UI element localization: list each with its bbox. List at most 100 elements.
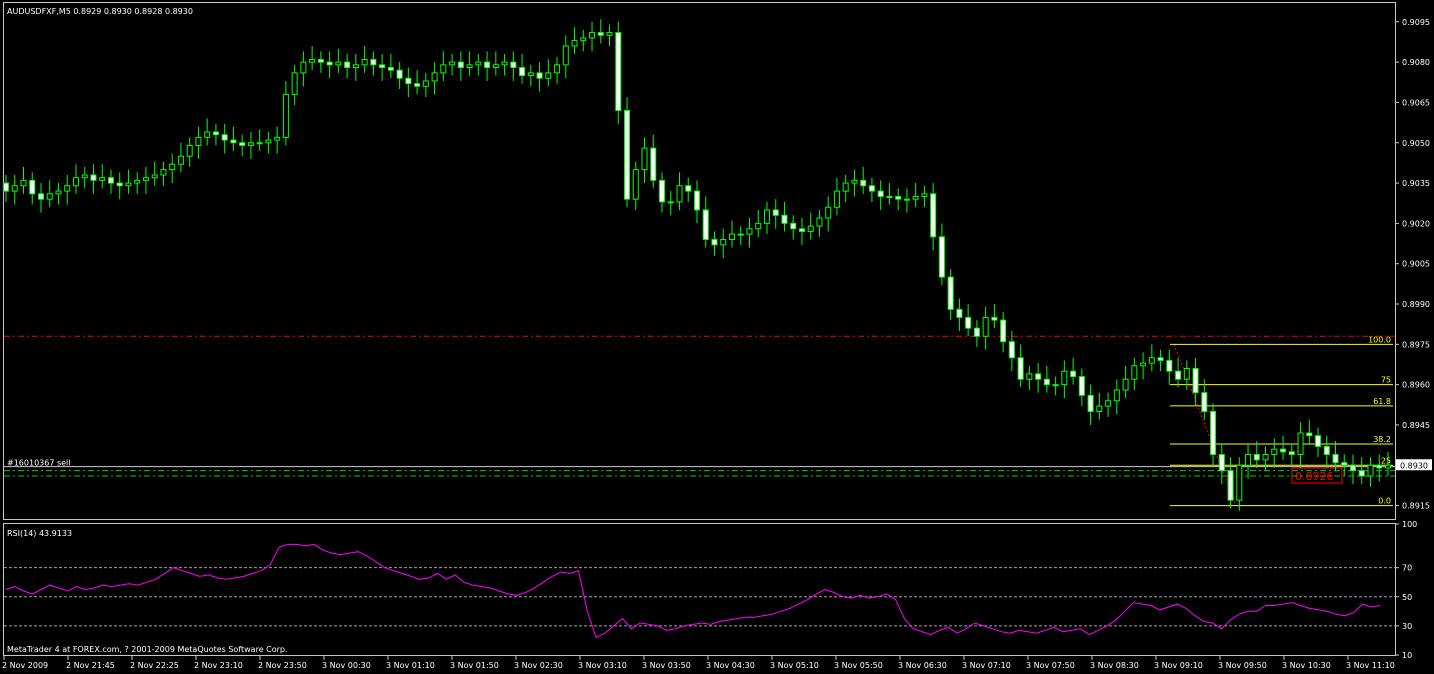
fib-level-label: 0.0 — [1378, 497, 1391, 506]
candle-body — [466, 64, 473, 68]
candle-body — [134, 179, 141, 184]
rsi-tick-label: 10 — [1402, 651, 1412, 660]
candle-body — [641, 147, 648, 171]
candle-body — [877, 190, 884, 197]
price-tick-label: 0.8915 — [1402, 502, 1430, 511]
time-tick-label: 3 Nov 03:50 — [642, 661, 691, 670]
price-tick-label: 0.9050 — [1402, 139, 1430, 148]
candle-body — [790, 222, 797, 230]
candle-body — [449, 61, 456, 66]
candle-body — [597, 32, 604, 36]
candle-body — [851, 179, 858, 184]
candle-body — [239, 142, 246, 146]
candle-body — [1367, 464, 1374, 477]
candle-body — [195, 136, 202, 146]
candle-body — [702, 209, 709, 240]
candle-body — [1227, 470, 1234, 501]
time-tick-label: 2 Nov 23:10 — [194, 661, 243, 670]
candle-body — [1385, 464, 1391, 469]
candle-body — [1192, 368, 1199, 394]
candle-body — [860, 179, 867, 187]
price-tick-label: 0.9095 — [1402, 18, 1430, 27]
candle-body — [1078, 376, 1085, 396]
candle-body — [1358, 470, 1365, 477]
candle-body — [151, 174, 158, 179]
candle-body — [160, 169, 167, 176]
candle-body — [81, 174, 88, 179]
candle-body — [370, 58, 377, 66]
time-tick-label: 2 Nov 2009 — [2, 661, 48, 670]
candle-body — [659, 179, 666, 203]
candle-body — [1131, 365, 1138, 380]
trading-chart[interactable]: #16010367 sell 100.0 75 61.8 38.2 25 0.0 0.892… — [0, 0, 1434, 674]
candle-body — [912, 196, 919, 200]
candle-body — [484, 61, 491, 68]
candle-body — [1218, 454, 1225, 472]
candle-body — [956, 308, 963, 318]
candle-body — [492, 64, 499, 68]
candle-body — [842, 182, 849, 192]
candle-body — [895, 196, 902, 200]
rsi-tick-label: 100 — [1402, 520, 1417, 529]
candle-body — [3, 182, 9, 192]
candle-body — [1280, 448, 1287, 453]
candle-body — [379, 64, 386, 68]
candle-body — [300, 61, 307, 74]
candle-body — [667, 201, 674, 204]
candle-body — [55, 190, 62, 195]
candle-body — [20, 179, 27, 187]
candle-body — [1350, 464, 1357, 472]
candle-body — [1315, 435, 1322, 447]
candle-body — [317, 58, 324, 63]
candle-body — [230, 139, 237, 144]
candle-body — [615, 32, 622, 111]
candle-body — [589, 32, 596, 39]
time-tick-label: 2 Nov 22:25 — [130, 661, 179, 670]
candle-body — [116, 182, 123, 187]
candle-body — [352, 64, 359, 68]
price-tick-label: 0.9005 — [1402, 260, 1430, 269]
candle-body — [737, 233, 744, 236]
candle-body — [212, 131, 219, 136]
candle-body — [405, 77, 412, 85]
candle-body — [606, 32, 613, 36]
candle-body — [440, 64, 447, 74]
time-tick-label: 3 Nov 02:30 — [514, 661, 563, 670]
candle-body — [1096, 405, 1103, 412]
candle-body — [1271, 448, 1278, 455]
candle-body — [1035, 373, 1042, 380]
candle-body — [1017, 357, 1024, 380]
candle-body — [1183, 368, 1190, 380]
candle-body — [685, 185, 692, 192]
time-tick-label: 3 Nov 07:10 — [962, 661, 1011, 670]
candle-body — [1306, 432, 1313, 437]
candle-body — [177, 155, 184, 165]
candle-body — [1297, 432, 1304, 455]
price-tick-label: 0.9065 — [1402, 98, 1430, 107]
time-tick-label: 3 Nov 05:10 — [770, 661, 819, 670]
candle-body — [798, 228, 805, 232]
candle-body — [1253, 454, 1260, 461]
candle-body — [816, 217, 823, 227]
time-tick-label: 3 Nov 10:30 — [1282, 661, 1331, 670]
time-tick-label: 3 Nov 06:30 — [898, 661, 947, 670]
candle-body — [64, 185, 71, 192]
candle-body — [46, 193, 53, 200]
candle-body — [1245, 454, 1252, 466]
candle-body — [396, 69, 403, 79]
candle-body — [72, 177, 79, 187]
candle-body — [29, 179, 36, 195]
time-tick-label: 3 Nov 08:30 — [1090, 661, 1139, 670]
candle-body — [650, 147, 657, 181]
candle-body — [1157, 357, 1164, 361]
candle-body — [186, 144, 193, 157]
candle-body — [1332, 454, 1339, 464]
candle-body — [1122, 378, 1129, 391]
time-tick-label: 2 Nov 23:50 — [258, 661, 307, 670]
candle-body — [571, 40, 578, 47]
time-tick-label: 3 Nov 05:50 — [834, 661, 883, 670]
candle-body — [519, 67, 526, 77]
candle-body — [554, 64, 561, 74]
price-tick-label: 0.8945 — [1402, 421, 1430, 430]
candle-body — [694, 190, 700, 211]
